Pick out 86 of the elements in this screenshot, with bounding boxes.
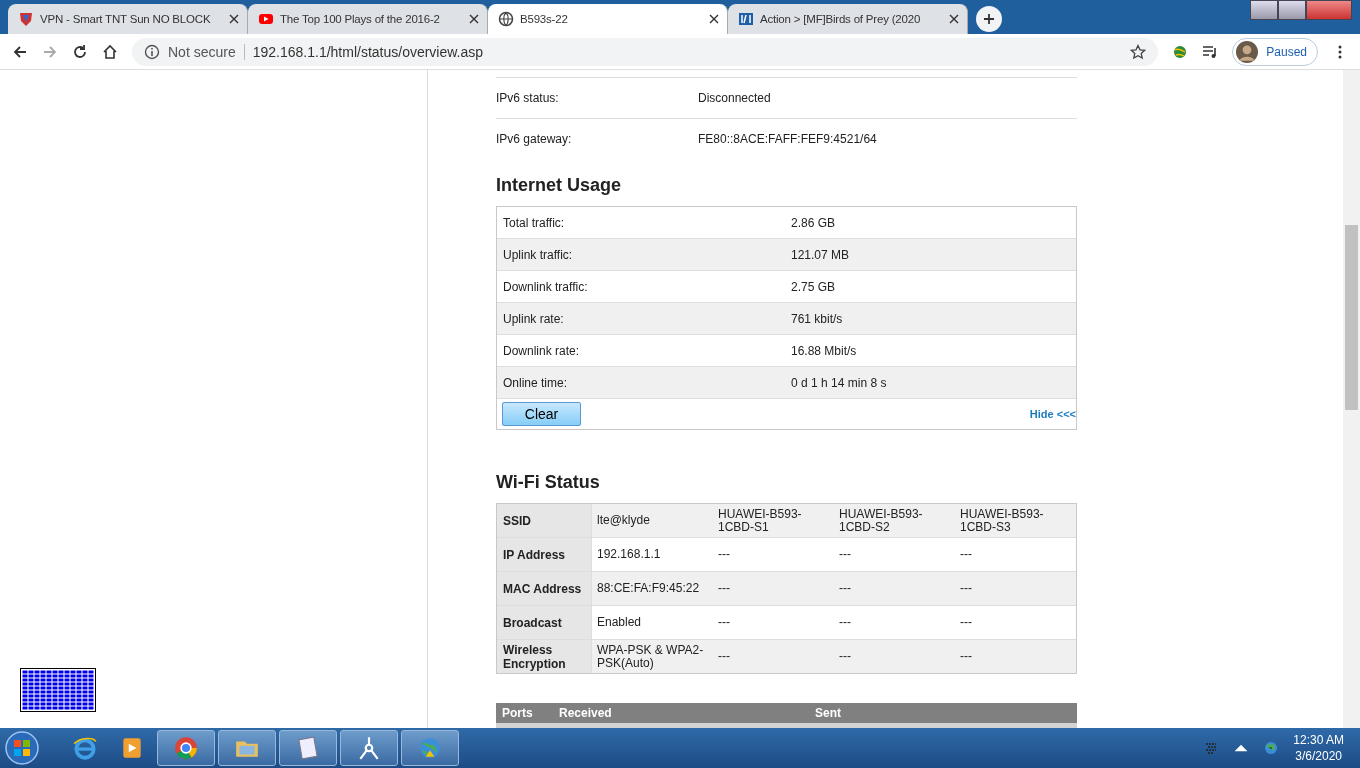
taskbar-app[interactable] [279, 730, 337, 766]
reload-icon[interactable] [72, 43, 88, 60]
table-cell-text: --- [838, 648, 852, 665]
table-cell: 2.86 GB [791, 215, 836, 230]
back-icon[interactable] [12, 43, 28, 60]
field-label: IPv6 status: [496, 91, 560, 105]
table-cell-text: --- [959, 580, 973, 597]
globe-icon[interactable] [1263, 740, 1280, 756]
table-cell-text: Enabled [596, 614, 643, 631]
table-cell-text: Online time: [503, 375, 569, 390]
table-cell-text: --- [717, 614, 731, 631]
scrollbar[interactable] [1343, 70, 1360, 728]
table-cell: 761 kbit/s [791, 311, 843, 326]
home-icon[interactable] [102, 43, 118, 60]
taskbar-app[interactable] [157, 730, 215, 766]
table-cell-text: --- [717, 546, 731, 563]
table-cell: 121.07 MB [791, 247, 850, 262]
table-cell-text: Downlink traffic: [503, 279, 589, 294]
play-icon [258, 11, 274, 27]
new-tab-button[interactable] [976, 6, 1002, 32]
clock[interactable]: 12:30 AM 3/6/2020 [1293, 732, 1344, 764]
extension-icon[interactable] [1172, 43, 1189, 60]
table-cell-text: 192.168.1.1 [596, 546, 662, 563]
table-cell: 2.75 GB [791, 279, 836, 294]
table-cell-text: Downlink rate: [503, 343, 581, 358]
avatar-icon [1236, 40, 1259, 63]
table-cell-text: --- [838, 580, 852, 597]
hide-link[interactable]: Hide <<< [1029, 408, 1076, 420]
table-cell-text: Uplink rate: [503, 311, 565, 326]
browser-tab[interactable]: The Top 100 Plays of the 2016-2 [248, 4, 488, 34]
field-label: IPv6 gateway: [496, 132, 573, 146]
row-header: SSID [497, 504, 592, 537]
taskbar-app[interactable] [340, 730, 398, 766]
table-cell-text: HUAWEI-B593-1CBD-S1 [717, 505, 803, 536]
globe-icon [498, 11, 514, 27]
table-cell-text: --- [838, 614, 852, 631]
table-cell: 0 d 1 h 14 min 8 s [791, 375, 887, 390]
chrome-icon [173, 735, 199, 761]
globe-icon [417, 735, 443, 761]
column-header: Ports [501, 706, 534, 720]
field-value: Disconnected [698, 91, 771, 105]
browser-e-icon [72, 735, 98, 761]
table-cell-text: --- [838, 546, 852, 563]
table-cell-text: 88:CE:FA:F9:45:22 [596, 580, 701, 597]
table-cell-text: HUAWEI-B593-1CBD-S2 [838, 505, 924, 536]
table-cell-text: --- [717, 580, 731, 597]
table-cell-text: --- [959, 546, 973, 563]
clear-button[interactable]: Clear [502, 402, 581, 426]
info-icon[interactable] [144, 43, 160, 60]
row-header: IP Address [497, 538, 592, 571]
section-title: Wi-Fi Status [496, 472, 601, 493]
row-header: Broadcast [497, 606, 592, 639]
security-label: Not secure [168, 43, 236, 60]
window-controls[interactable] [1250, 0, 1352, 20]
close-icon[interactable] [469, 14, 479, 24]
browser-tab[interactable]: B593s-22 [488, 4, 728, 34]
table-cell-text: --- [959, 648, 973, 665]
row-header: Wireless Encryption [497, 640, 592, 673]
field-value: FE80::8ACE:FAFF:FEF9:4521/64 [698, 132, 877, 146]
table-cell-text: WPA-PSK & WPA2-PSK(Auto) [596, 641, 705, 672]
column-header: Received [559, 706, 613, 720]
row-header: MAC Address [497, 572, 592, 605]
start-button[interactable] [4, 730, 40, 766]
section-title: Internet Usage [496, 175, 623, 196]
close-icon[interactable] [949, 14, 959, 24]
star-icon[interactable] [1130, 43, 1147, 60]
browser-tab[interactable]: VPN - Smart TNT Sun NO BLOCK [8, 4, 248, 34]
url-text: 192.168.1.1/html/status/overview.asp [252, 43, 485, 60]
media-icon[interactable] [1202, 43, 1219, 60]
close-icon[interactable] [709, 14, 719, 24]
browser-tab[interactable]: Action > [MF]Birds of Prey (2020 [728, 4, 968, 34]
taskbar-app[interactable] [218, 730, 276, 766]
table-cell-text: Total traffic: [503, 215, 566, 230]
shield-icon [18, 11, 34, 27]
table-cell-text: --- [717, 648, 731, 665]
close-icon[interactable] [229, 14, 239, 24]
film-icon [738, 11, 754, 27]
taskbar-app[interactable] [401, 730, 459, 766]
table-cell-text: Uplink traffic: [503, 247, 574, 262]
table-cell: 16.88 Mbit/s [791, 343, 857, 358]
table-cell-text: --- [959, 614, 973, 631]
table-cell-text: HUAWEI-B593-1CBD-S3 [959, 505, 1045, 536]
plus-icon [983, 13, 995, 25]
column-header: Sent [815, 706, 841, 720]
table-cell-text: lte@klyde [596, 512, 651, 529]
address-bar[interactable]: Not secure 192.168.1.1/html/status/overview.asp [132, 37, 1159, 66]
